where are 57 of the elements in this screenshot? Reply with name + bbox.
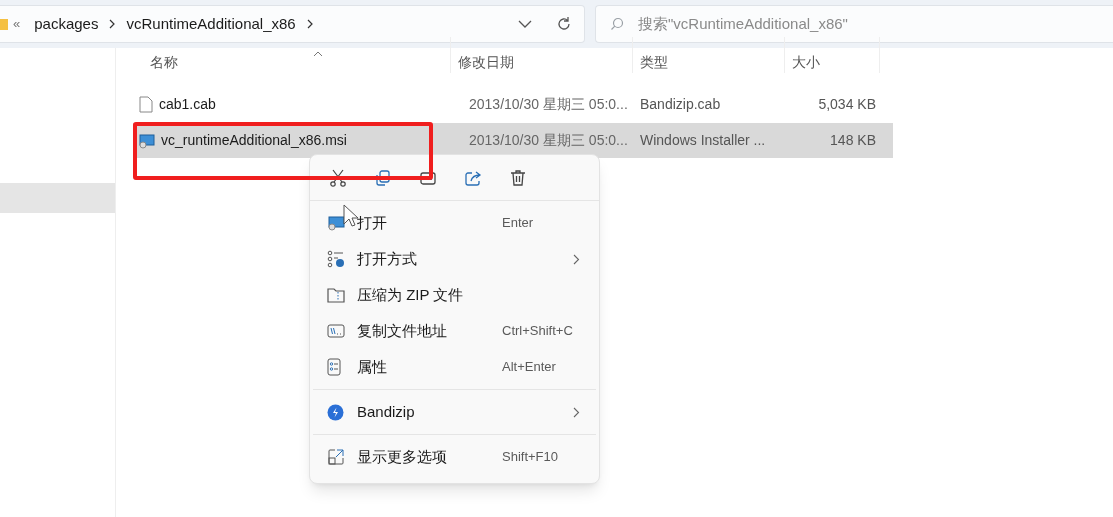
zip-folder-icon xyxy=(327,287,345,303)
modified-date: 2013/10/30 星期三 05:0... xyxy=(468,95,629,114)
installer-icon xyxy=(327,215,345,231)
file-icon xyxy=(139,96,153,113)
chevron-icon[interactable] xyxy=(305,19,314,29)
chevron-icon[interactable] xyxy=(108,19,117,29)
chevron-icon xyxy=(573,253,580,265)
menu-label: 压缩为 ZIP 文件 xyxy=(357,284,465,305)
file-name: vc_runtimeAdditional_x86.msi xyxy=(161,131,347,150)
open-with-icon xyxy=(327,250,345,268)
refresh-icon[interactable] xyxy=(556,16,572,32)
file-size: 148 KB xyxy=(829,131,877,150)
scissors-icon xyxy=(329,168,347,187)
folder-icon xyxy=(0,17,8,31)
address-bar[interactable]: « packages vcRuntimeAdditional_x86 xyxy=(0,5,585,43)
shortcut-hint: Alt+Enter xyxy=(502,358,557,377)
menu-label: 显示更多选项 xyxy=(357,446,448,467)
modified-date: 2013/10/30 星期三 05:0... xyxy=(468,131,629,150)
file-type: Bandizip.cab xyxy=(639,95,722,114)
menu-label: 打开 xyxy=(357,212,388,233)
search-field[interactable]: 搜索"vcRuntimeAdditional_x86" xyxy=(595,5,1113,43)
shortcut-hint: Ctrl+Shift+C xyxy=(502,322,574,341)
menu-label: Bandizip xyxy=(357,401,416,422)
menu-item[interactable]: 压缩为 ZIP 文件 xyxy=(313,277,596,313)
file-size: 5,034 KB xyxy=(817,95,877,114)
column-header[interactable]: 类型 xyxy=(640,52,668,73)
file-name: cab1.cab xyxy=(159,95,216,114)
properties-icon xyxy=(327,358,341,376)
path-icon xyxy=(327,324,345,338)
installer-icon xyxy=(139,132,155,149)
overflow-chevron[interactable]: « xyxy=(13,14,21,34)
mouse-pointer-icon xyxy=(343,204,359,228)
menu-label: 属性 xyxy=(357,356,388,377)
menu-item[interactable]: 显示更多选项 Shift+F10 xyxy=(313,439,596,475)
file-type: Windows Installer ... xyxy=(639,131,767,150)
trash-icon xyxy=(509,168,527,187)
breadcrumb[interactable]: vcRuntimeAdditional_x86 xyxy=(122,12,300,36)
menu-item[interactable]: 复制文件地址 Ctrl+Shift+C xyxy=(313,313,596,349)
shortcut-hint: Shift+F10 xyxy=(502,448,559,467)
expand-icon xyxy=(327,448,345,466)
search-icon xyxy=(610,17,624,31)
column-header[interactable]: 修改日期 xyxy=(458,52,514,73)
dropdown-icon[interactable] xyxy=(518,20,532,28)
column-header[interactable]: 大小 xyxy=(792,52,820,73)
shortcut-hint: Enter xyxy=(502,214,535,233)
search-input: 搜索"vcRuntimeAdditional_x86" xyxy=(638,12,1038,36)
copy-icon xyxy=(374,168,392,187)
breadcrumb[interactable]: packages xyxy=(30,12,103,36)
menu-label: 复制文件地址 xyxy=(357,320,448,341)
lightning-circle-icon xyxy=(327,403,344,421)
menu-item[interactable]: Bandizip xyxy=(313,394,596,430)
menu-label: 打开方式 xyxy=(357,248,418,269)
menu-item[interactable]: 打开方式 xyxy=(313,241,596,277)
menu-item[interactable]: 属性 Alt+Enter xyxy=(313,349,596,385)
chevron-icon xyxy=(573,406,580,418)
column-header[interactable]: 名称 xyxy=(150,52,178,73)
menu-item[interactable]: 打开 Enter xyxy=(313,205,596,241)
